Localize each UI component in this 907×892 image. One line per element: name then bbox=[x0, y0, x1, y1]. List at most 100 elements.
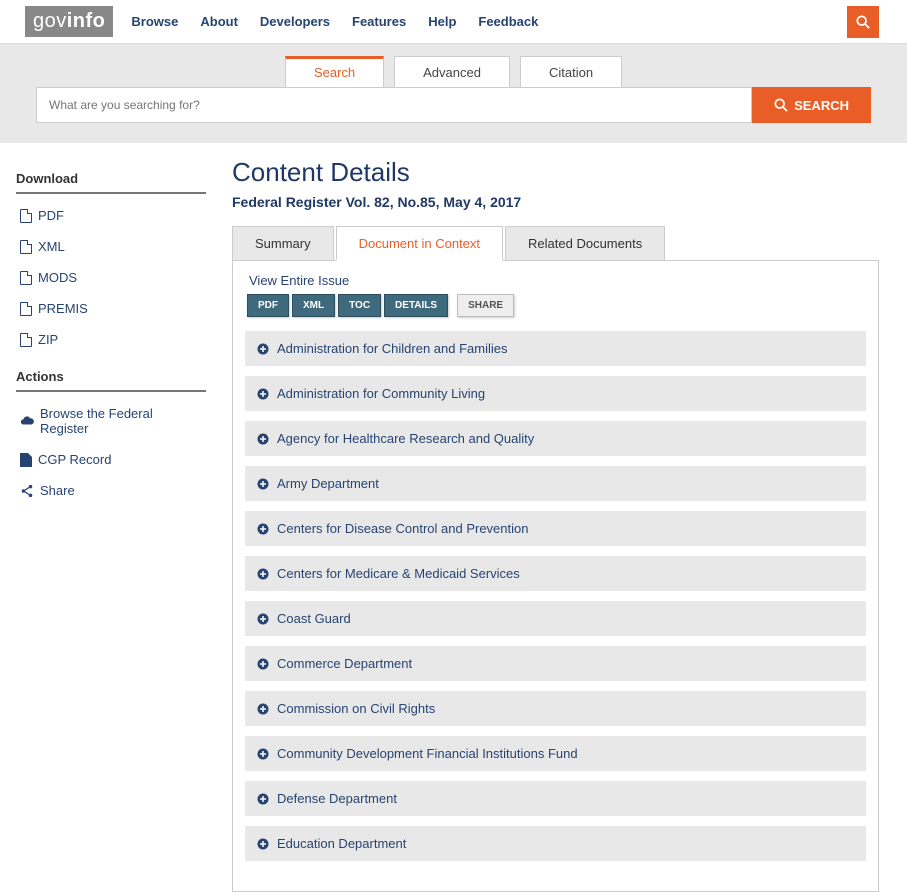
agency-row[interactable]: Commerce Department bbox=[245, 646, 866, 681]
agency-label: Education Department bbox=[277, 836, 406, 851]
agency-list: Administration for Children and Families… bbox=[245, 331, 866, 861]
page-subtitle: Federal Register Vol. 82, No.85, May 4, … bbox=[232, 194, 879, 210]
search-row: SEARCH bbox=[36, 87, 871, 123]
agency-label: Centers for Disease Control and Preventi… bbox=[277, 521, 528, 536]
search-tabs: Search Advanced Citation bbox=[0, 56, 907, 88]
agency-label: Coast Guard bbox=[277, 611, 351, 626]
download-label: ZIP bbox=[38, 332, 58, 347]
plus-circle-icon bbox=[257, 748, 269, 760]
main-wrap: Download PDF XML MODS PREMIS ZIP Actions… bbox=[0, 143, 907, 892]
agency-row[interactable]: Administration for Children and Families bbox=[245, 331, 866, 366]
file-icon bbox=[20, 271, 32, 285]
download-label: PREMIS bbox=[38, 301, 88, 316]
nav-search-button[interactable] bbox=[847, 6, 879, 38]
logo-text-info: info bbox=[67, 10, 106, 33]
search-area: Search Advanced Citation SEARCH bbox=[0, 44, 907, 143]
action-label: Share bbox=[40, 483, 75, 498]
agency-label: Centers for Medicare & Medicaid Services bbox=[277, 566, 520, 581]
download-label: XML bbox=[38, 239, 65, 254]
plus-circle-icon bbox=[257, 838, 269, 850]
nav-links: Browse About Developers Features Help Fe… bbox=[131, 14, 560, 29]
plus-circle-icon bbox=[257, 433, 269, 445]
agency-label: Community Development Financial Institut… bbox=[277, 746, 578, 761]
agency-label: Administration for Children and Families bbox=[277, 341, 507, 356]
plus-circle-icon bbox=[257, 613, 269, 625]
format-buttons: PDF XML TOC DETAILS SHARE bbox=[247, 294, 866, 317]
search-tab-advanced[interactable]: Advanced bbox=[394, 56, 510, 88]
search-tab-search[interactable]: Search bbox=[285, 56, 384, 88]
pill-share[interactable]: SHARE bbox=[457, 294, 514, 317]
action-label: Browse the Federal Register bbox=[40, 406, 202, 436]
tab-document-in-context[interactable]: Document in Context bbox=[336, 226, 503, 261]
nav-link-developers[interactable]: Developers bbox=[260, 14, 330, 29]
cloud-icon bbox=[20, 415, 34, 427]
sidebar-heading-actions: Actions bbox=[16, 361, 206, 392]
nav-link-about[interactable]: About bbox=[200, 14, 238, 29]
pill-pdf[interactable]: PDF bbox=[247, 294, 289, 317]
download-zip[interactable]: ZIP bbox=[16, 324, 206, 355]
agency-row[interactable]: Centers for Disease Control and Preventi… bbox=[245, 511, 866, 546]
plus-circle-icon bbox=[257, 658, 269, 670]
file-icon bbox=[20, 302, 32, 316]
view-entire-issue-link[interactable]: View Entire Issue bbox=[249, 273, 349, 288]
search-button[interactable]: SEARCH bbox=[752, 87, 871, 123]
download-premis[interactable]: PREMIS bbox=[16, 293, 206, 324]
agency-row[interactable]: Community Development Financial Institut… bbox=[245, 736, 866, 771]
agency-label: Administration for Community Living bbox=[277, 386, 485, 401]
action-cgp-record[interactable]: CGP Record bbox=[16, 444, 206, 475]
top-nav: govinfo Browse About Developers Features… bbox=[0, 0, 907, 44]
action-label: CGP Record bbox=[38, 452, 111, 467]
agency-row[interactable]: Defense Department bbox=[245, 781, 866, 816]
download-mods[interactable]: MODS bbox=[16, 262, 206, 293]
agency-label: Army Department bbox=[277, 476, 379, 491]
agency-row[interactable]: Coast Guard bbox=[245, 601, 866, 636]
download-label: MODS bbox=[38, 270, 77, 285]
file-icon bbox=[20, 333, 32, 347]
search-icon bbox=[774, 98, 788, 112]
pill-xml[interactable]: XML bbox=[292, 294, 335, 317]
download-pdf[interactable]: PDF bbox=[16, 200, 206, 231]
download-list: PDF XML MODS PREMIS ZIP bbox=[16, 200, 206, 355]
agency-row[interactable]: Army Department bbox=[245, 466, 866, 501]
download-xml[interactable]: XML bbox=[16, 231, 206, 262]
page-title: Content Details bbox=[232, 157, 879, 188]
action-browse-fr[interactable]: Browse the Federal Register bbox=[16, 398, 206, 444]
nav-link-features[interactable]: Features bbox=[352, 14, 406, 29]
action-share[interactable]: Share bbox=[16, 475, 206, 506]
agency-row[interactable]: Education Department bbox=[245, 826, 866, 861]
plus-circle-icon bbox=[257, 568, 269, 580]
search-tab-citation[interactable]: Citation bbox=[520, 56, 622, 88]
nav-link-feedback[interactable]: Feedback bbox=[478, 14, 538, 29]
pill-details[interactable]: DETAILS bbox=[384, 294, 448, 317]
agency-row[interactable]: Centers for Medicare & Medicaid Services bbox=[245, 556, 866, 591]
tab-summary[interactable]: Summary bbox=[232, 226, 334, 261]
agency-row[interactable]: Agency for Healthcare Research and Quali… bbox=[245, 421, 866, 456]
content: Content Details Federal Register Vol. 82… bbox=[216, 157, 907, 892]
nav-link-help[interactable]: Help bbox=[428, 14, 456, 29]
pill-toc[interactable]: TOC bbox=[338, 294, 381, 317]
sidebar-heading-download: Download bbox=[16, 163, 206, 194]
plus-circle-icon bbox=[257, 793, 269, 805]
search-button-label: SEARCH bbox=[794, 98, 849, 113]
plus-circle-icon bbox=[257, 388, 269, 400]
plus-circle-icon bbox=[257, 523, 269, 535]
share-icon bbox=[20, 484, 34, 498]
actions-list: Browse the Federal Register CGP Record S… bbox=[16, 398, 206, 506]
agency-label: Agency for Healthcare Research and Quali… bbox=[277, 431, 534, 446]
file-solid-icon bbox=[20, 453, 32, 467]
agency-label: Defense Department bbox=[277, 791, 397, 806]
tab-related-documents[interactable]: Related Documents bbox=[505, 226, 665, 261]
search-input[interactable] bbox=[36, 87, 752, 123]
file-icon bbox=[20, 209, 32, 223]
panel: View Entire Issue PDF XML TOC DETAILS SH… bbox=[232, 260, 879, 892]
agency-label: Commission on Civil Rights bbox=[277, 701, 435, 716]
nav-link-browse[interactable]: Browse bbox=[131, 14, 178, 29]
download-label: PDF bbox=[38, 208, 64, 223]
agency-row[interactable]: Commission on Civil Rights bbox=[245, 691, 866, 726]
logo[interactable]: govinfo bbox=[25, 6, 113, 37]
agency-row[interactable]: Administration for Community Living bbox=[245, 376, 866, 411]
agency-label: Commerce Department bbox=[277, 656, 412, 671]
sidebar: Download PDF XML MODS PREMIS ZIP Actions… bbox=[16, 157, 216, 506]
logo-text-gov: gov bbox=[33, 10, 67, 33]
plus-circle-icon bbox=[257, 343, 269, 355]
